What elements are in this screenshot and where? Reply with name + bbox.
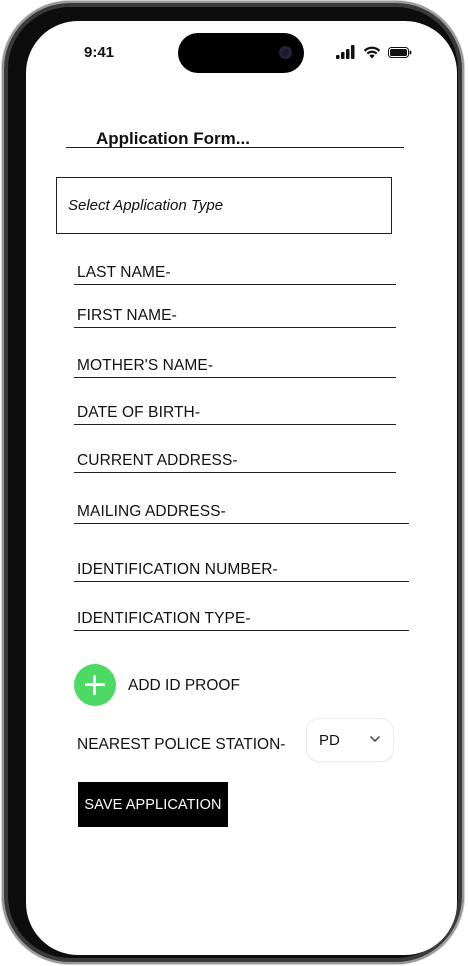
- dynamic-island: [178, 33, 304, 73]
- police-station-value: PD: [319, 732, 340, 749]
- police-station-label: NEAREST POLICE STATION-: [77, 736, 286, 753]
- mailing-address-field[interactable]: MAILING ADDRESS-: [74, 501, 409, 524]
- first-name-label: FIRST NAME-: [77, 307, 177, 324]
- identification-type-field[interactable]: IDENTIFICATION TYPE-: [74, 608, 409, 631]
- date-of-birth-field[interactable]: DATE OF BIRTH-: [74, 402, 396, 425]
- current-address-field[interactable]: CURRENT ADDRESS-: [74, 450, 396, 473]
- battery-icon: [388, 47, 412, 58]
- screen: 9:41 Application Form... Select Applicat…: [26, 21, 457, 955]
- date-of-birth-label: DATE OF BIRTH-: [77, 404, 201, 421]
- last-name-field[interactable]: LAST NAME-: [74, 262, 396, 285]
- add-id-proof-label: ADD ID PROOF: [128, 677, 240, 694]
- identification-number-label: IDENTIFICATION NUMBER-: [77, 561, 278, 578]
- phone-bezel: 9:41 Application Form... Select Applicat…: [8, 7, 458, 958]
- chevron-down-icon: [370, 736, 380, 742]
- first-name-field[interactable]: FIRST NAME-: [74, 305, 396, 328]
- signal-icon: [336, 45, 355, 59]
- mothers-name-label: MOTHER'S NAME-: [77, 357, 214, 374]
- police-station-dropdown[interactable]: PD: [307, 719, 393, 761]
- form-title: Application Form...: [96, 129, 250, 148]
- current-address-label: CURRENT ADDRESS-: [77, 452, 238, 469]
- status-time: 9:41: [84, 44, 115, 61]
- mailing-address-label: MAILING ADDRESS-: [77, 503, 226, 520]
- last-name-label: LAST NAME-: [77, 264, 171, 281]
- identification-type-label: IDENTIFICATION TYPE-: [77, 610, 251, 627]
- title-underline: [66, 147, 404, 148]
- application-type-select[interactable]: Select Application Type: [56, 177, 392, 234]
- application-type-placeholder: Select Application Type: [68, 197, 224, 214]
- add-id-proof-button[interactable]: [74, 664, 116, 706]
- camera-icon: [279, 46, 292, 59]
- wifi-icon: [363, 46, 381, 59]
- phone-frame: 9:41 Application Form... Select Applicat…: [2, 1, 464, 964]
- mothers-name-field[interactable]: MOTHER'S NAME-: [74, 355, 396, 378]
- identification-number-field[interactable]: IDENTIFICATION NUMBER-: [74, 559, 409, 582]
- save-application-button[interactable]: SAVE APPLICATION: [78, 782, 228, 827]
